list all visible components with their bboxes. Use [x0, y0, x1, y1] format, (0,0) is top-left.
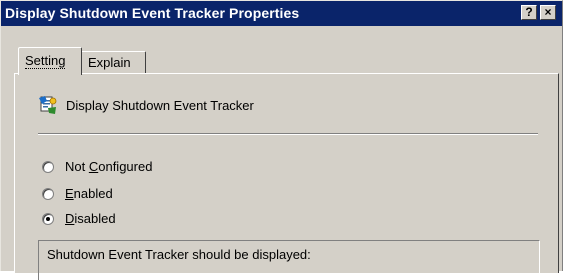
policy-name: Display Shutdown Event Tracker	[66, 98, 254, 113]
divider	[38, 133, 538, 135]
title-bar[interactable]: Display Shutdown Event Tracker Propertie…	[1, 1, 562, 26]
policy-setting-icon	[39, 96, 57, 114]
radio-label-enabled: Enabled	[65, 186, 113, 201]
close-button[interactable]: ×	[540, 5, 556, 20]
radio-label-not-configured: Not Configured	[65, 159, 153, 174]
tab-explain-label: Explain	[88, 55, 131, 70]
radio-selected-dot	[46, 217, 50, 221]
options-label: Shutdown Event Tracker should be display…	[47, 247, 311, 262]
radio-button-checked[interactable]	[42, 213, 54, 225]
window-title: Display Shutdown Event Tracker Propertie…	[5, 5, 300, 21]
radio-button[interactable]	[42, 161, 54, 173]
tab-setting-label: Setting	[25, 53, 66, 69]
radio-button[interactable]	[42, 188, 54, 200]
help-button[interactable]: ?	[521, 5, 537, 20]
radio-label-disabled: Disabled	[65, 211, 116, 226]
options-group: Shutdown Event Tracker should be display…	[38, 240, 540, 280]
tab-explain[interactable]: Explain	[82, 51, 146, 73]
tab-setting[interactable]: Setting	[18, 47, 82, 75]
